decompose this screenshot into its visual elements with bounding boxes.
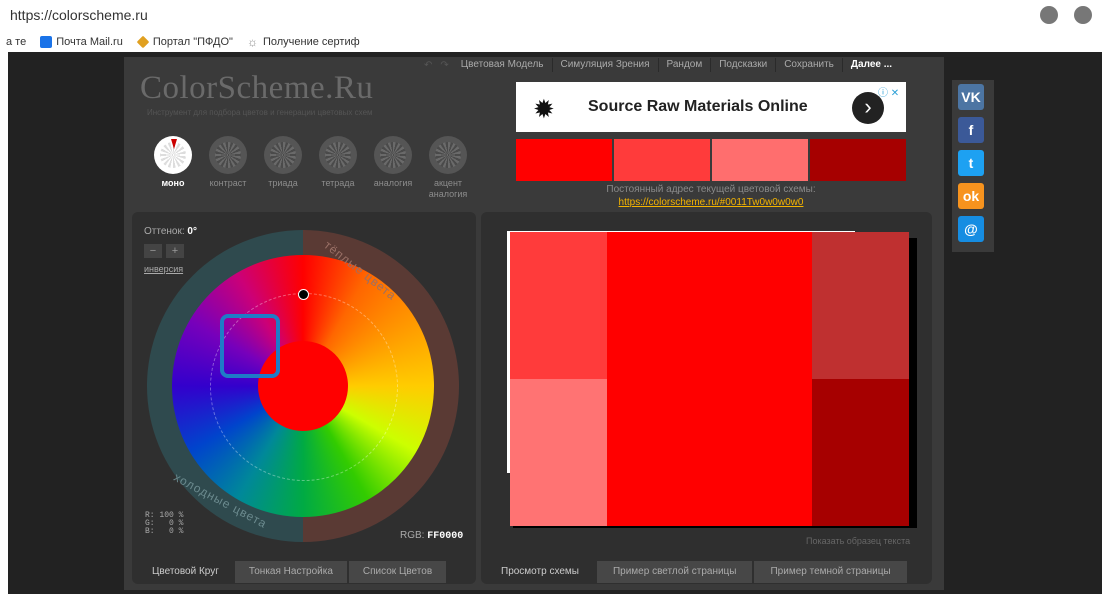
- url-text[interactable]: https://colorscheme.ru: [10, 7, 148, 23]
- hue-value: 0°: [187, 226, 197, 237]
- rgb-hex-readout: RGB: FF0000: [400, 530, 464, 542]
- vk-icon[interactable]: VK: [958, 84, 984, 110]
- odnoklassniki-icon[interactable]: ok: [958, 183, 984, 209]
- mode-contrast[interactable]: контраст: [205, 136, 251, 200]
- facebook-icon[interactable]: f: [958, 117, 984, 143]
- tetrad-icon: [319, 136, 357, 174]
- nav-more[interactable]: Далее ...: [843, 58, 900, 72]
- preview-light-1[interactable]: [510, 232, 607, 379]
- top-nav: ↶ ↷ Цветовая Модель Симуляция Зрения Ран…: [420, 57, 900, 73]
- preview-dark-2[interactable]: [812, 379, 909, 526]
- redo-icon[interactable]: ↷: [436, 60, 452, 71]
- address-bar[interactable]: [0, 0, 1102, 32]
- preview-dark-1[interactable]: [812, 232, 909, 379]
- contrast-icon: [209, 136, 247, 174]
- hue-stepper: − +: [144, 244, 184, 258]
- mono-icon: [154, 136, 192, 174]
- nav-vision-sim[interactable]: Симуляция Зрения: [553, 58, 659, 72]
- highlight-box: [220, 314, 280, 378]
- analogy-icon: [374, 136, 412, 174]
- twitter-icon[interactable]: t: [958, 150, 984, 176]
- permalink-label: Постоянный адрес текущей цветовой схемы:: [606, 184, 816, 195]
- rgb-hex-value: FF0000: [427, 531, 464, 542]
- tab-fine-tune[interactable]: Тонкая Настройка: [234, 561, 347, 583]
- rgb-percent: R: 100 % G: 0 % B: 0 %: [145, 511, 184, 536]
- scheme-swatches: [516, 139, 906, 181]
- site-logo[interactable]: ColorScheme.Ru: [140, 70, 373, 107]
- undo-icon[interactable]: ↶: [420, 60, 436, 71]
- mode-tetrad[interactable]: тетрада: [315, 136, 361, 200]
- mode-accent-analogy[interactable]: акцент аналогия: [425, 136, 471, 200]
- nav-random[interactable]: Рандом: [659, 58, 712, 72]
- nav-color-model[interactable]: Цветовая Модель: [453, 58, 553, 72]
- preview-main-color[interactable]: [607, 232, 812, 526]
- browser-toolbar-icons: [1040, 6, 1092, 24]
- inversion-link[interactable]: инверсия: [144, 264, 183, 274]
- swatch-2[interactable]: [614, 139, 710, 181]
- bookmarks-bar: а те Почта Mail.ru Портал "ПФДО" ☼ Получе…: [0, 32, 1102, 52]
- ad-text[interactable]: Source Raw Materials Online: [588, 98, 808, 116]
- mailru-icon[interactable]: @: [958, 216, 984, 242]
- swatch-main[interactable]: [516, 139, 612, 181]
- ad-close-icon[interactable]: ⓘ ✕: [878, 84, 899, 99]
- scheme-modes: моно контраст триада тетрада аналогия ак…: [150, 136, 471, 200]
- bookmark-pfdo[interactable]: Портал "ПФДО": [136, 35, 233, 49]
- nav-hints[interactable]: Подсказки: [711, 58, 777, 72]
- mode-triad[interactable]: триада: [260, 136, 306, 200]
- nav-save[interactable]: Сохранить: [776, 58, 843, 72]
- tab-color-list[interactable]: Список Цветов: [348, 561, 447, 583]
- hue-minus-button[interactable]: −: [144, 244, 162, 258]
- swatch-3[interactable]: [712, 139, 808, 181]
- mode-mono[interactable]: моно: [150, 136, 196, 200]
- hue-handle[interactable]: [298, 289, 309, 300]
- bookmark-0[interactable]: а те: [6, 36, 26, 48]
- preview-light-2[interactable]: [510, 379, 607, 526]
- bookmark-mail[interactable]: Почта Mail.ru: [40, 36, 123, 48]
- wheel-tabs: Цветовой Круг Тонкая Настройка Список Цв…: [138, 561, 448, 583]
- tab-light-page[interactable]: Пример светлой страницы: [596, 561, 753, 583]
- diamond-icon: [136, 35, 150, 49]
- tab-dark-page[interactable]: Пример темной страницы: [754, 561, 907, 583]
- extension-icon[interactable]: [1040, 6, 1058, 24]
- site-tagline: Инструмент для подбора цветов и генераци…: [147, 108, 373, 117]
- hue-plus-button[interactable]: +: [166, 244, 184, 258]
- mail-icon: [40, 36, 53, 48]
- tab-color-wheel[interactable]: Цветовой Круг: [138, 561, 233, 583]
- show-sample-text-link[interactable]: Показать образец текста: [806, 536, 910, 546]
- scheme-preview: [507, 232, 911, 530]
- mode-analogy[interactable]: аналогия: [370, 136, 416, 200]
- permalink-url[interactable]: https://colorscheme.ru/#0011Tw0w0w0w0: [596, 197, 826, 208]
- accent-analogy-icon: [429, 136, 467, 174]
- profile-icon[interactable]: [1074, 6, 1092, 24]
- swatch-4[interactable]: [810, 139, 906, 181]
- ad-logo-icon: ✹: [533, 94, 555, 124]
- triad-icon: [264, 136, 302, 174]
- preview-tabs: Просмотр схемы Пример светлой страницы П…: [485, 561, 909, 583]
- tab-scheme-view[interactable]: Просмотр схемы: [485, 561, 595, 583]
- sun-icon: ☼: [246, 35, 258, 49]
- bookmark-cert[interactable]: ☼ Получение сертиф: [247, 36, 360, 48]
- hue-readout: Оттенок: 0°: [144, 226, 197, 237]
